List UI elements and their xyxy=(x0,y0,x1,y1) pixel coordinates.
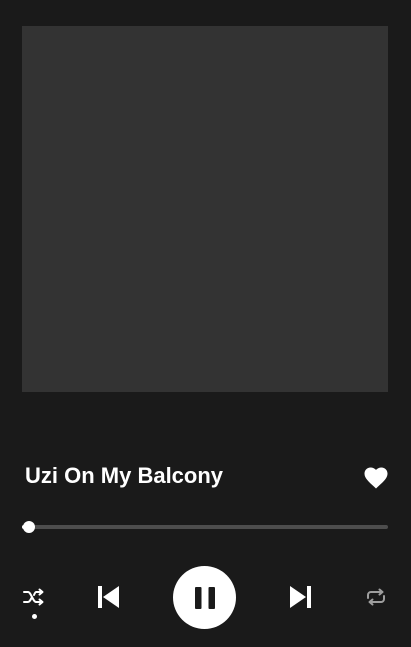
skip-next-icon xyxy=(290,586,311,608)
shuffle-button[interactable] xyxy=(21,585,47,609)
repeat-button[interactable] xyxy=(363,585,389,609)
progress-track xyxy=(22,525,388,529)
play-pause-button[interactable] xyxy=(173,566,236,629)
shuffle-active-indicator xyxy=(32,614,37,619)
previous-track-button[interactable] xyxy=(94,583,122,611)
skip-previous-icon xyxy=(98,586,119,608)
heart-icon xyxy=(364,467,388,489)
progress-knob[interactable] xyxy=(23,521,36,533)
repeat-icon xyxy=(367,588,385,606)
shuffle-icon xyxy=(23,588,44,606)
like-button[interactable] xyxy=(362,464,390,492)
track-title: Uzi On My Balcony xyxy=(25,463,224,488)
pause-icon xyxy=(194,586,215,609)
progress-bar[interactable] xyxy=(22,520,388,534)
album-artwork xyxy=(22,26,388,392)
next-track-button[interactable] xyxy=(287,583,315,611)
